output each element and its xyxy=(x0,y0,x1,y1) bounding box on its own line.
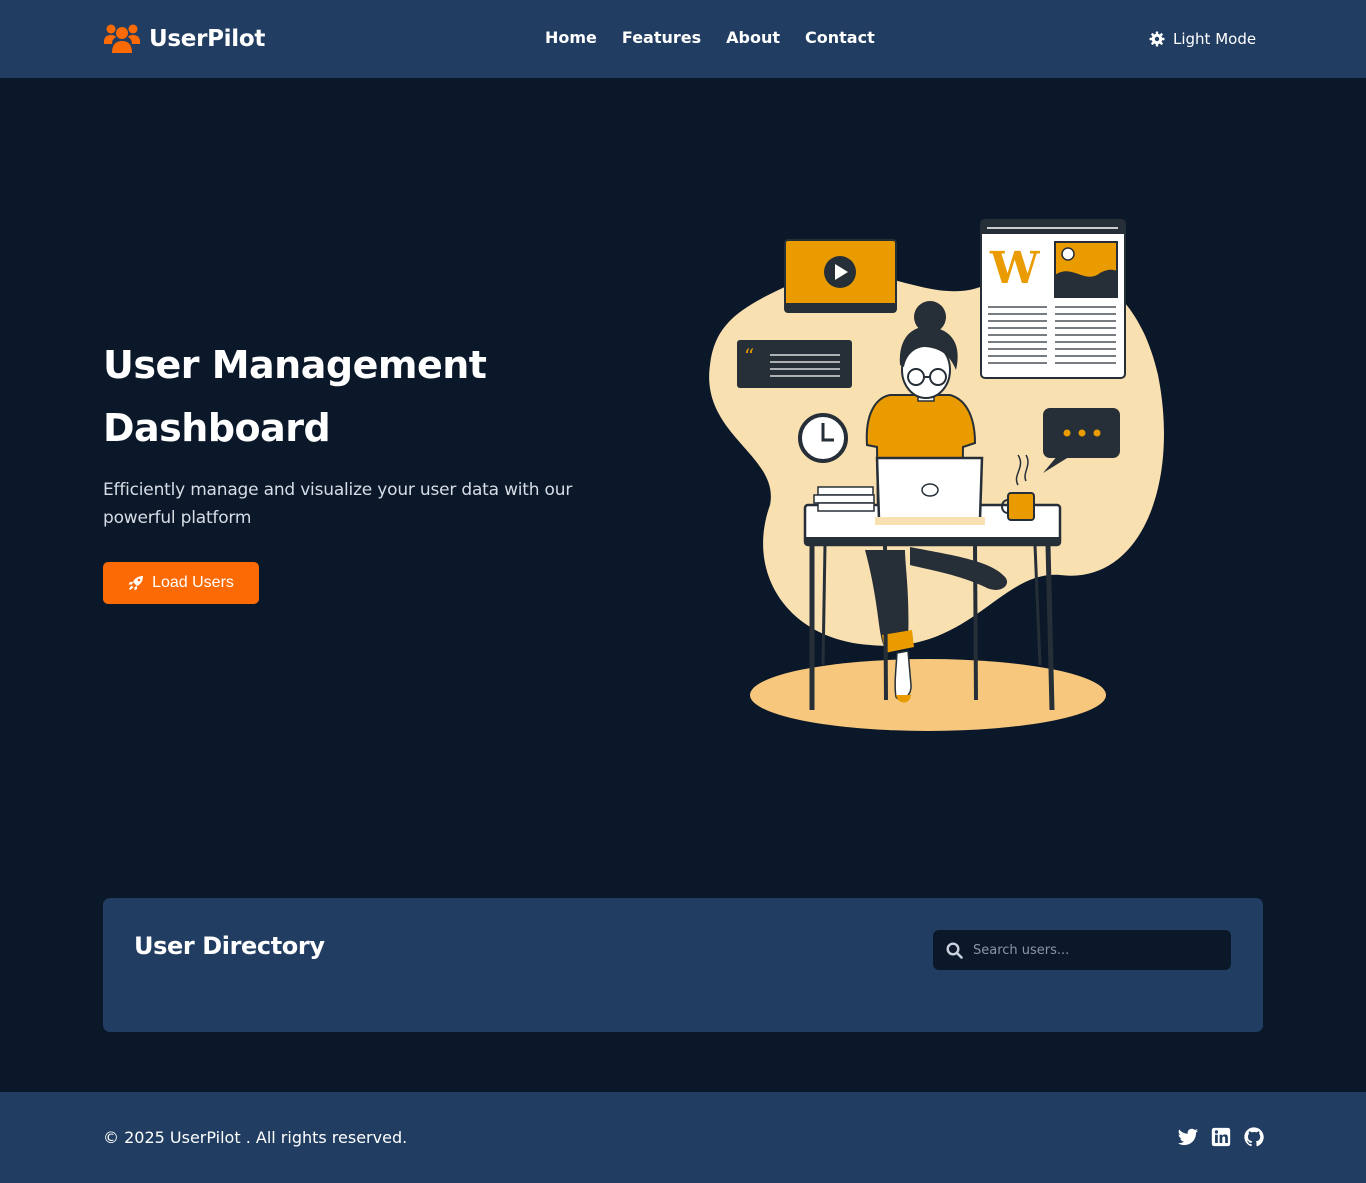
nav-contact-link[interactable]: Contact xyxy=(805,27,875,49)
quote-card-graphic: “ xyxy=(737,340,852,388)
video-card-graphic xyxy=(784,239,897,313)
svg-text:W: W xyxy=(989,243,1040,294)
gear-icon xyxy=(1149,31,1165,47)
load-users-button[interactable]: Load Users xyxy=(103,562,259,604)
search-icon xyxy=(946,941,963,959)
navbar: UserPilot Home Features About Contact Li… xyxy=(0,0,1366,78)
hero-illustration: “ W xyxy=(709,219,1164,731)
laptop-graphic xyxy=(875,456,985,525)
user-directory-title: User Directory xyxy=(134,932,325,960)
theme-toggle-button[interactable]: Light Mode xyxy=(1149,28,1256,50)
footer: © 2025 UserPilot . All rights reserved. xyxy=(0,1092,1366,1183)
social-links xyxy=(1177,1126,1276,1148)
copyright-text: © 2025 UserPilot . All rights reserved. xyxy=(103,1128,408,1147)
twitter-link[interactable] xyxy=(1177,1126,1199,1148)
github-link[interactable] xyxy=(1243,1126,1265,1148)
search-input[interactable] xyxy=(973,942,1223,958)
nav-home-link[interactable]: Home xyxy=(545,27,597,49)
nav-about-link[interactable]: About xyxy=(726,27,780,49)
linkedin-icon xyxy=(1211,1127,1231,1147)
linkedin-link[interactable] xyxy=(1210,1126,1232,1148)
hero-subtitle: Efficiently manage and visualize your us… xyxy=(103,480,573,528)
main-nav: Home Features About Contact xyxy=(545,27,900,49)
theme-toggle-label: Light Mode xyxy=(1173,30,1257,48)
users-icon xyxy=(104,24,140,53)
github-icon xyxy=(1244,1127,1264,1147)
svg-text:“: “ xyxy=(744,344,754,368)
document-card-graphic: W xyxy=(980,219,1126,379)
twitter-icon xyxy=(1177,1128,1199,1146)
hero-title: User Management Dashboard xyxy=(103,343,487,450)
books-graphic xyxy=(813,486,875,512)
nav-features-link[interactable]: Features xyxy=(622,27,701,49)
brand-name: UserPilot xyxy=(149,26,266,52)
rocket-icon xyxy=(128,576,144,591)
brand-logo[interactable]: UserPilot xyxy=(103,22,265,56)
clock-graphic xyxy=(798,413,848,463)
user-directory-panel: User Directory xyxy=(103,898,1263,1032)
search-box[interactable] xyxy=(933,930,1231,970)
load-users-label: Load Users xyxy=(152,574,234,591)
